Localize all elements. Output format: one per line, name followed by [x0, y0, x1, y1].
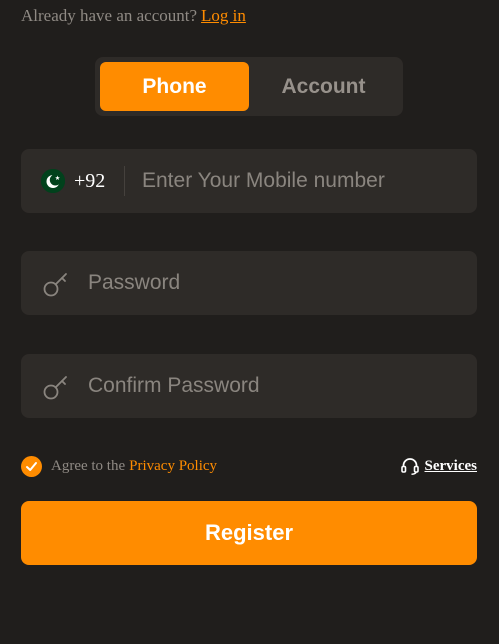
phone-field: +92	[21, 149, 477, 213]
password-input[interactable]	[88, 263, 458, 303]
services-label: Services	[424, 457, 477, 474]
mobile-number-input[interactable]	[142, 161, 462, 201]
register-button[interactable]: Register	[21, 501, 477, 565]
agree-checkbox[interactable]	[21, 455, 42, 477]
headset-icon	[400, 458, 419, 475]
key-icon	[43, 273, 67, 297]
country-code[interactable]: +92	[74, 170, 105, 193]
country-code-divider	[124, 166, 125, 196]
privacy-policy-link[interactable]: Privacy Policy	[129, 458, 217, 474]
agree-label: Agree to the	[51, 457, 126, 474]
key-icon	[43, 376, 67, 400]
tab-account[interactable]: Account	[249, 62, 398, 111]
login-prompt-text: Already have an account?	[21, 6, 198, 25]
pakistan-flag-icon[interactable]	[41, 169, 65, 193]
checkmark-icon	[26, 461, 37, 471]
login-link[interactable]: Log in	[201, 6, 246, 25]
privacy-agreement: Agree to the Privacy Policy	[21, 455, 217, 477]
services-link[interactable]: Services	[400, 455, 477, 477]
confirm-password-input[interactable]	[88, 366, 458, 406]
confirm-password-field	[21, 354, 477, 418]
signup-method-tabs: Phone Account	[95, 57, 403, 116]
password-field	[21, 251, 477, 315]
tab-phone[interactable]: Phone	[100, 62, 249, 111]
login-prompt: Already have an account? Log in	[21, 6, 246, 26]
agree-text: Agree to the Privacy Policy	[51, 458, 217, 475]
